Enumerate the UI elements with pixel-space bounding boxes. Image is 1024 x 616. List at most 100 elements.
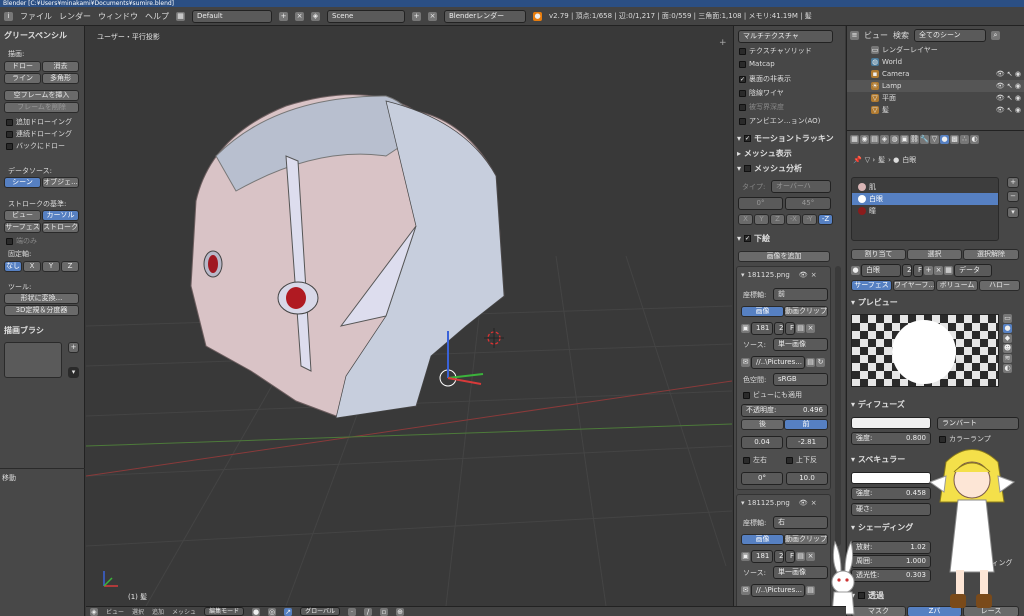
bg2-filepath-field[interactable]: //..\Pictures... — [751, 584, 805, 597]
dof-checkbox[interactable]: 被写界深度 — [739, 102, 784, 112]
brush-preview[interactable] — [4, 342, 62, 378]
bg1-rotation-field[interactable]: 0° — [741, 472, 783, 485]
add-layout-icon[interactable]: + — [279, 11, 288, 21]
bg2-pack-icon[interactable]: ✉ — [741, 586, 750, 595]
bg1-offset-y-field[interactable]: -2.81 — [786, 436, 828, 449]
material-browse-icon[interactable]: ● — [851, 266, 860, 275]
preview-cube-icon[interactable]: ◆ — [1003, 334, 1012, 343]
draw-backdrop-checkbox[interactable]: バックにドロー — [6, 141, 65, 151]
texture-solid-checkbox[interactable]: テクスチャソリッド — [739, 46, 812, 56]
preview-hair-icon[interactable]: ≋ — [1003, 354, 1012, 363]
edge-select-icon[interactable]: / — [364, 607, 373, 616]
outliner-view-menu[interactable]: ビュー — [864, 30, 888, 41]
datasource-scene-button[interactable]: シーン — [4, 177, 41, 188]
placement-stroke-button[interactable]: ストローク — [42, 222, 79, 233]
outliner-item-world[interactable]: ◍ World — [847, 56, 1024, 68]
scene-field[interactable]: Scene — [327, 9, 405, 23]
outliner-item-camera[interactable]: ▪ Camera 👁 ↖ ◉ — [847, 68, 1024, 80]
render-layers-tab-icon[interactable]: ▤ — [870, 135, 879, 144]
pin-icon[interactable]: 📌 — [853, 156, 862, 164]
3d-cursor[interactable] — [484, 328, 504, 348]
material-tab-icon[interactable]: ● — [940, 135, 949, 144]
emit-field[interactable]: 放射: 1.02 — [851, 541, 931, 554]
bg1-fake-user-button[interactable]: F — [785, 322, 795, 335]
backface-culling-checkbox[interactable]: ✓ 裏面の非表示 — [739, 74, 791, 84]
placement-cursor-button[interactable]: カーソル — [42, 210, 79, 221]
material-fake-user-button[interactable]: F — [913, 264, 923, 277]
overhang-min-field[interactable]: 0° — [738, 197, 783, 210]
hidden-wire-checkbox[interactable]: 陰線ワイヤ — [739, 88, 784, 98]
bg1-source-select[interactable]: 単一画像 — [773, 338, 828, 351]
grease-pencil-panel-title[interactable]: グリースペンシル — [0, 28, 71, 43]
assign-material-button[interactable]: 割り当て — [851, 249, 906, 260]
physics-tab-icon[interactable]: ◐ — [970, 135, 979, 144]
bg1-opacity-slider[interactable]: 不透明度: 0.496 — [741, 404, 828, 417]
specular-hardness-field[interactable]: 硬さ: — [851, 503, 931, 516]
bg1-image-browse-icon[interactable]: ▣ — [741, 324, 750, 333]
outliner-search-menu[interactable]: 検索 — [893, 30, 909, 41]
editor-type-icon[interactable]: ◈ — [90, 607, 98, 616]
shading-mode-select[interactable]: マルチテクスチャ — [738, 30, 833, 43]
preview-panel-title[interactable]: ▾ プレビュー — [851, 297, 898, 308]
menu-render[interactable]: レンダー — [59, 11, 91, 22]
nodes-icon[interactable]: ▦ — [944, 266, 953, 275]
ambient-field[interactable]: 周囲: 1.000 — [851, 555, 931, 568]
mesh-menu[interactable]: メッシュ — [172, 607, 196, 616]
bg2-image-tab[interactable]: 画像 — [741, 534, 784, 545]
brush-menu-button[interactable]: ▾ — [68, 367, 79, 378]
mode-select[interactable]: 編集モード — [204, 607, 245, 616]
data-tab-icon[interactable]: ▽ — [930, 135, 939, 144]
outliner-item-lamp[interactable]: ☀ Lamp 👁 ↖ ◉ — [847, 80, 1024, 92]
axis-y-button[interactable]: Y — [754, 214, 769, 225]
bg2-users-field[interactable]: 181 — [751, 550, 773, 563]
3d-viewport[interactable]: ユーザー・平行投影 (1) 髪 + — [86, 26, 732, 606]
bg2-movie-tab[interactable]: 動画クリップ — [784, 534, 828, 545]
add-material-slot-button[interactable]: + — [1007, 177, 1019, 188]
translucency-field[interactable]: 透光性: 0.303 — [851, 569, 931, 582]
specular-intensity-slider[interactable]: 強度: 0.458 — [851, 487, 931, 500]
bg1-filepath-field[interactable]: //..\Pictures... — [751, 356, 805, 369]
particles-tab-icon[interactable]: ∴ — [960, 135, 969, 144]
view-menu[interactable]: ビュー — [106, 607, 124, 616]
bg1-header[interactable]: ▾ 181125.png 👁 × — [741, 271, 817, 279]
specular-panel-title[interactable]: ▾ スペキュラー — [851, 454, 905, 465]
bg1-folder-icon[interactable]: ▤ — [796, 324, 805, 333]
outliner-filter-select[interactable]: 全てのシーン — [914, 29, 986, 42]
diffuse-intensity-slider[interactable]: 強度: 0.800 — [851, 432, 931, 445]
continuous-drawing-checkbox[interactable]: 連続ドローイング — [6, 129, 72, 139]
shading-panel-title[interactable]: ▾ シェーディング — [851, 522, 913, 533]
snap-icon[interactable]: ⊕ — [396, 607, 405, 616]
bg1-flip-y-checkbox[interactable]: 上下反 — [786, 455, 817, 465]
only-endpoints-checkbox[interactable]: 端のみ — [6, 236, 37, 246]
menu-window[interactable]: ウィンドウ — [98, 11, 138, 22]
bg1-browse-file-icon[interactable]: ▤ — [806, 358, 815, 367]
material-slot-menu-button[interactable]: ▾ — [1007, 207, 1019, 218]
transform-orientation-select[interactable]: グローバル — [300, 607, 341, 616]
axis-neg-y-button[interactable]: -Y — [802, 214, 817, 225]
halo-tab[interactable]: ハロー — [979, 280, 1020, 291]
bg1-size-field[interactable]: 10.0 — [786, 472, 828, 485]
mesh-display-panel[interactable]: ▸ メッシュ表示 — [737, 148, 792, 159]
screen-layout-icon[interactable]: ▦ — [176, 11, 185, 21]
outliner-item-render-layers[interactable]: ▭ レンダーレイヤー — [847, 44, 1024, 56]
wire-tab[interactable]: ワイヤーフ... — [893, 280, 935, 291]
axis-x-button[interactable]: X — [738, 214, 753, 225]
outliner-item-plane[interactable]: ▽ 平面 👁 ↖ ◉ — [847, 92, 1024, 104]
material-slot-eye-white[interactable]: 白眼 — [852, 193, 998, 205]
datasource-object-button[interactable]: オブジェ... — [42, 177, 79, 188]
diffuse-panel-title[interactable]: ▾ ディフューズ — [851, 399, 905, 410]
scene-tab-icon[interactable]: ◈ — [880, 135, 889, 144]
add-image-button[interactable]: 画像を追加 — [738, 251, 830, 262]
bg2-folder-icon[interactable]: ▤ — [796, 552, 805, 561]
analysis-type-select[interactable]: オーバーハ — [771, 180, 831, 193]
lock-axis-none-button[interactable]: なし — [4, 261, 22, 272]
render-engine-select[interactable]: Blenderレンダー — [444, 9, 526, 23]
matcap-checkbox[interactable]: Matcap — [739, 60, 775, 68]
preview-sphere-icon[interactable]: ● — [1003, 324, 1012, 333]
bg2-visibility-icon[interactable]: 👁 — [799, 499, 808, 507]
axis-neg-x-button[interactable]: -X — [786, 214, 801, 225]
diffuse-shader-select[interactable]: ランバート — [937, 417, 1019, 430]
gp-erase-button[interactable]: 消去 — [42, 61, 79, 72]
head-mesh[interactable] — [190, 94, 505, 419]
vertex-select-icon[interactable]: · — [348, 607, 357, 616]
